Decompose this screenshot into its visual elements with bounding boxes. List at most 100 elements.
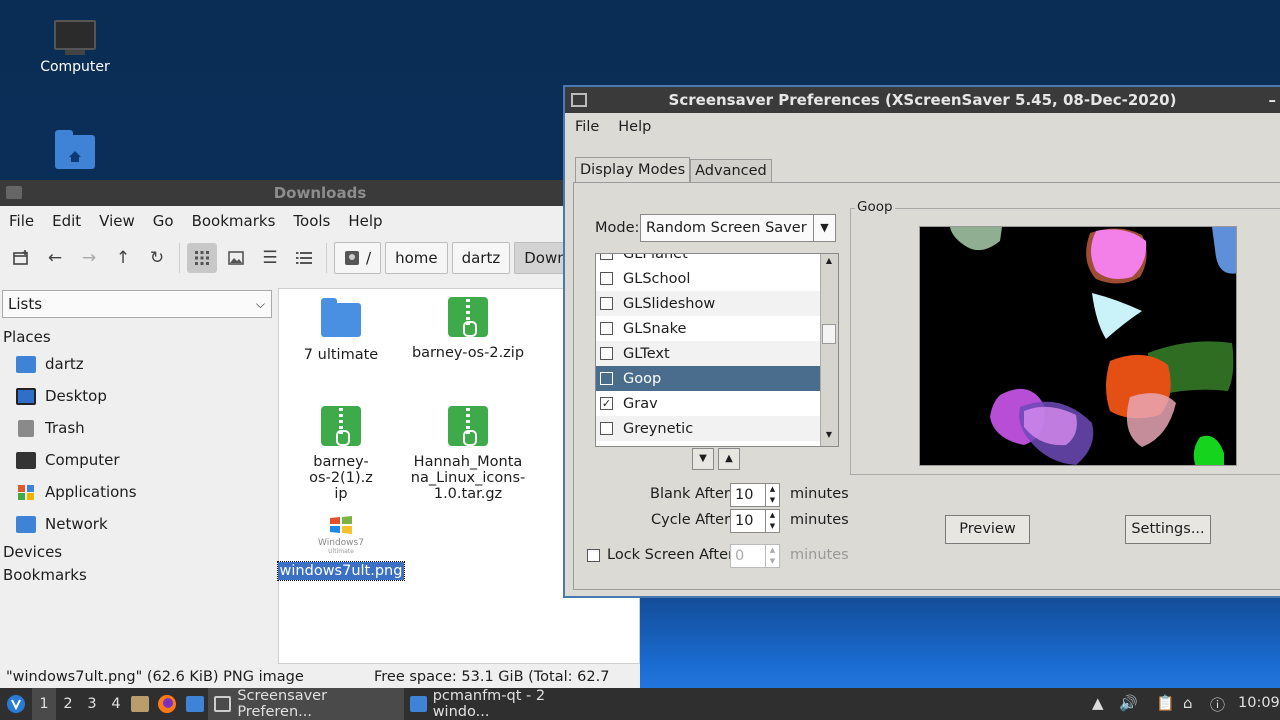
list-item-selected[interactable]: Goop: [596, 366, 820, 391]
list-item[interactable]: ✓ Grav: [596, 391, 820, 416]
scrollbar-thumb[interactable]: [822, 324, 836, 344]
spin-arrows-icon[interactable]: ▲ ▼: [765, 484, 779, 506]
show-desktop-button[interactable]: [128, 696, 152, 712]
workspace-2-button[interactable]: 2: [56, 696, 80, 712]
list-item[interactable]: Greynetic: [596, 416, 820, 441]
workspace-1-button[interactable]: 1: [32, 688, 56, 720]
checkbox[interactable]: [600, 347, 613, 360]
file-item-hannah-montana-linux-icons[interactable]: Hannah_Montana_Linux_icons-1.0.tar.gz: [404, 406, 532, 502]
firefox-launcher[interactable]: [152, 694, 182, 714]
checkbox[interactable]: [600, 372, 613, 385]
workspace-4-button[interactable]: 4: [104, 696, 128, 712]
desktop-icon-home[interactable]: [25, 130, 125, 169]
list-item[interactable]: GLSnake: [596, 316, 820, 341]
menu-help[interactable]: Help: [608, 119, 660, 135]
reload-button[interactable]: ↻: [142, 243, 172, 273]
forward-button[interactable]: →: [74, 243, 104, 273]
tab-advanced[interactable]: Advanced: [690, 159, 772, 183]
file-manager-launcher[interactable]: [182, 696, 208, 712]
desktop-icon: [131, 696, 149, 712]
menu-help[interactable]: Help: [339, 212, 391, 230]
volume-icon[interactable]: 🔊: [1119, 694, 1138, 712]
compact-view-button[interactable]: ☰: [255, 243, 285, 273]
list-scrollbar[interactable]: ▲ ▼: [820, 254, 838, 446]
menu-view[interactable]: View: [90, 212, 144, 230]
move-down-button[interactable]: ▼: [692, 448, 714, 470]
spin-arrows-icon[interactable]: ▲ ▼: [765, 510, 779, 532]
path-root-button[interactable]: /: [334, 242, 382, 274]
scroll-up-icon[interactable]: ▲: [823, 256, 835, 268]
sidebar-item-applications[interactable]: Applications: [16, 478, 137, 506]
sidebar-item-desktop[interactable]: Desktop: [16, 382, 107, 410]
sidebar-item-computer[interactable]: Computer: [16, 446, 120, 474]
checkbox[interactable]: [600, 422, 613, 435]
settings-button[interactable]: Settings...: [1125, 515, 1211, 544]
side-pane-mode-select[interactable]: Lists ⌵: [2, 290, 272, 318]
image-thumbnail: Windows7 Ultimate: [316, 515, 366, 557]
list-item[interactable]: GLText: [596, 341, 820, 366]
checkbox[interactable]: [600, 322, 613, 335]
cycle-after-spinbox[interactable]: 10 ▲ ▼: [730, 509, 780, 533]
clipboard-icon[interactable]: 📋: [1156, 694, 1175, 712]
back-button[interactable]: ←: [40, 243, 70, 273]
list-item[interactable]: GLSchool: [596, 266, 820, 291]
lock-screen-spinbox[interactable]: 0 ▲ ▼: [730, 544, 780, 568]
menu-bookmarks[interactable]: Bookmarks: [183, 212, 285, 230]
menu-edit[interactable]: Edit: [43, 212, 90, 230]
menu-file[interactable]: File: [0, 212, 43, 230]
preview-button[interactable]: Preview: [945, 515, 1030, 544]
task-pcmanfm-qt[interactable]: pcmanfm-qt - 2 windo...: [404, 688, 600, 720]
minimize-button[interactable]: –: [1269, 87, 1277, 113]
screensaver-titlebar[interactable]: Screensaver Preferences (XScreenSaver 5.…: [565, 87, 1280, 113]
main-menu-button[interactable]: [0, 688, 32, 720]
blank-after-spinbox[interactable]: 10 ▲ ▼: [730, 483, 780, 507]
list-item[interactable]: GLSlideshow: [596, 291, 820, 316]
file-manager-titlebar[interactable]: Downloads: [0, 180, 640, 206]
path-dartz-button[interactable]: dartz: [451, 242, 511, 274]
lock-screen-label[interactable]: Lock Screen After: [607, 547, 734, 563]
notification-icon[interactable]: ⓘ: [1210, 694, 1225, 715]
checkbox[interactable]: [600, 272, 613, 285]
bookmarks-header[interactable]: Bookmarks: [3, 566, 87, 584]
tab-display-modes[interactable]: Display Modes: [575, 157, 691, 183]
checkbox-checked[interactable]: ✓: [600, 397, 613, 410]
menu-go[interactable]: Go: [144, 212, 183, 230]
checkbox[interactable]: [600, 254, 613, 260]
menu-file[interactable]: File: [565, 119, 608, 135]
path-home-button[interactable]: home: [385, 242, 448, 274]
sidebar-item-dartz[interactable]: dartz: [16, 350, 84, 378]
spin-arrows-icon[interactable]: ▲ ▼: [765, 545, 779, 567]
move-up-button[interactable]: ▲: [718, 448, 740, 470]
file-item-barney-os-2-1-zip[interactable]: barney-os-2(1).zip: [277, 406, 405, 502]
thumbnail-view-button[interactable]: [221, 243, 251, 273]
taskbar: 1 2 3 4 Screensaver Preferen... pcmanfm-…: [0, 688, 1280, 720]
screensaver-list[interactable]: GLPlanet GLSchool GLSlideshow GLSnake GL…: [595, 253, 839, 447]
clock[interactable]: 10:09: [1238, 695, 1280, 711]
reload-icon: ↻: [149, 248, 165, 268]
network-tray-icon[interactable]: ⌂: [1183, 694, 1193, 712]
sidebar-item-network[interactable]: Network: [16, 510, 108, 538]
task-screensaver-preferences[interactable]: Screensaver Preferen...: [208, 688, 404, 720]
lock-screen-checkbox[interactable]: [587, 549, 600, 562]
scroll-down-icon[interactable]: ▼: [823, 430, 835, 442]
detailed-view-button[interactable]: [289, 243, 319, 273]
sidebar-item-trash[interactable]: Trash: [16, 414, 85, 442]
tray-arrow-icon[interactable]: ▲: [1092, 694, 1104, 712]
up-button[interactable]: ↑: [108, 243, 138, 273]
list-item[interactable]: GLPlanet: [596, 254, 820, 266]
file-item-barney-os-2-zip[interactable]: barney-os-2.zip: [404, 297, 532, 361]
screensaver-menubar: File Help: [565, 113, 1280, 141]
new-tab-button[interactable]: [6, 243, 36, 273]
icon-view-button[interactable]: [187, 243, 217, 273]
workspace-3-button[interactable]: 3: [80, 696, 104, 712]
file-item-windows7ult-png[interactable]: Windows7 Ultimate windows7ult.png: [276, 515, 406, 581]
menu-tools[interactable]: Tools: [284, 212, 339, 230]
devices-header[interactable]: Devices: [3, 543, 62, 561]
cycle-after-minutes: minutes: [790, 512, 849, 528]
folder-icon: [410, 696, 427, 712]
checkbox[interactable]: [600, 297, 613, 310]
file-item-7-ultimate[interactable]: 7 ultimate: [277, 297, 405, 363]
mode-select[interactable]: Random Screen Saver ▼: [640, 214, 836, 242]
places-header[interactable]: Places: [3, 328, 51, 346]
desktop-icon-computer[interactable]: Computer: [25, 20, 125, 75]
